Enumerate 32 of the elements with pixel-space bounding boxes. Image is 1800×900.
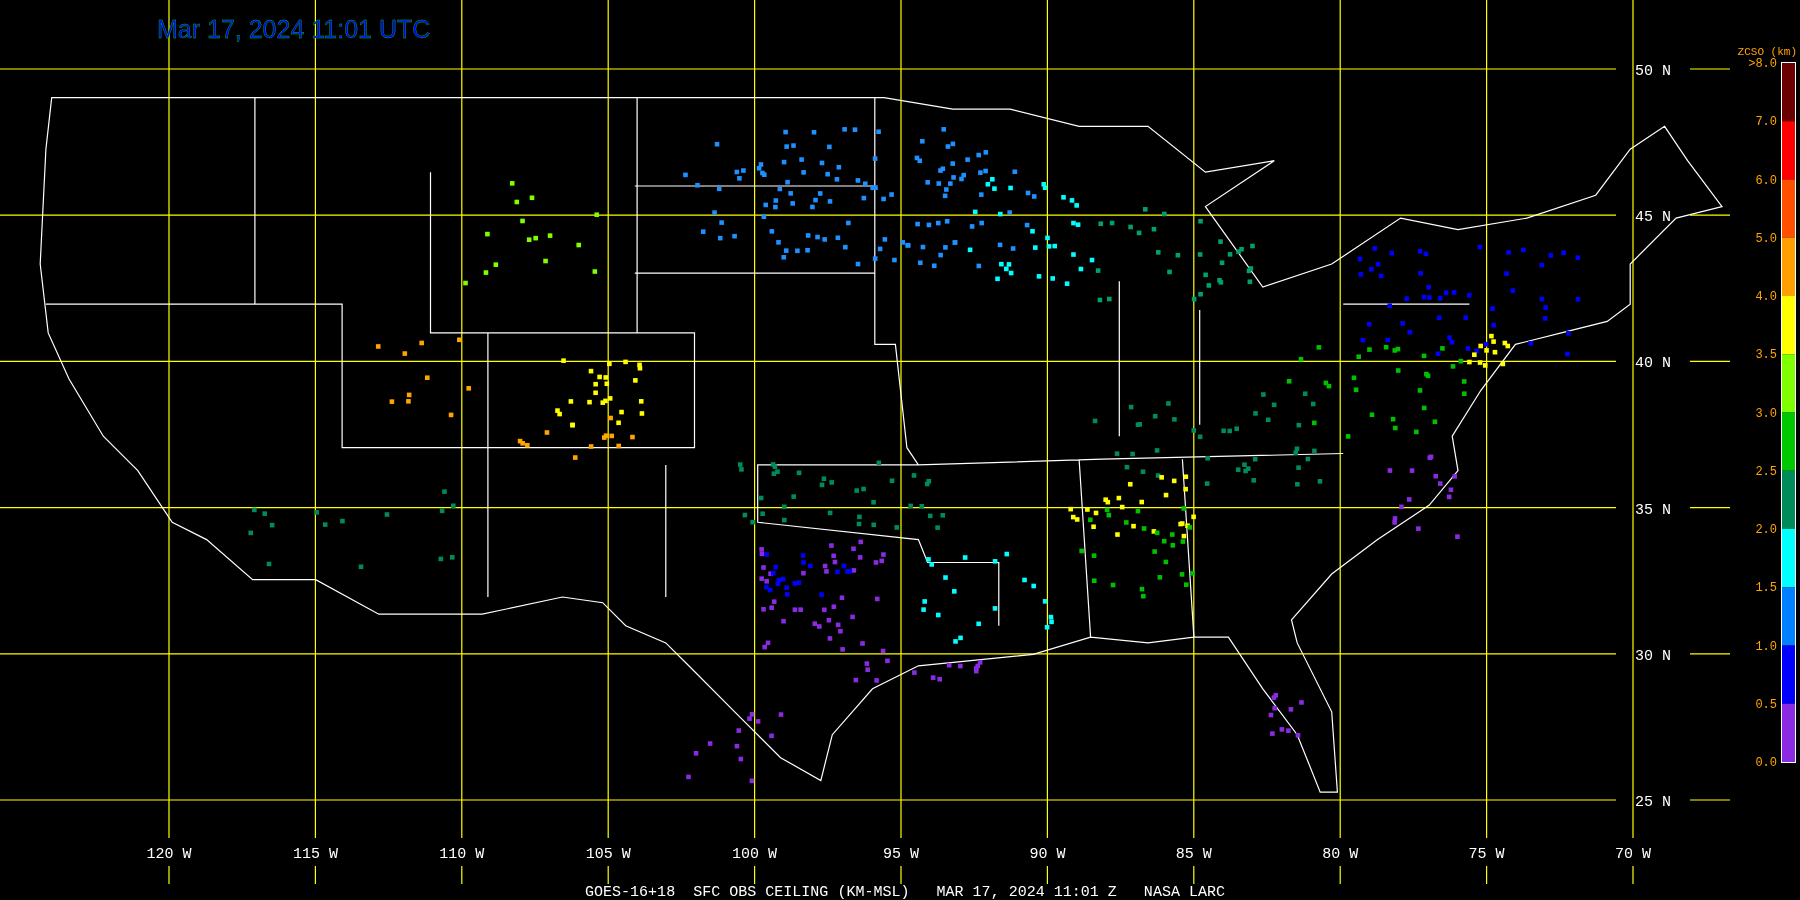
longitude-label: 105 W [585,846,631,863]
longitude-label: 95 W [883,846,919,863]
legend-value-label: >8.0 [1748,57,1777,71]
legend-value-label: 2.5 [1755,464,1777,479]
latitude-label: 40 N [1635,355,1671,373]
longitude-label: 115 W [292,846,338,863]
legend-value-label: 1.5 [1755,581,1777,596]
longitude-label: 85 W [1175,846,1212,863]
latitude-label: 30 N [1635,647,1671,665]
legend-value-label: 6.0 [1755,173,1777,188]
legend-value-label: 4.0 [1755,290,1777,304]
longitude-label: 120 W [146,846,192,863]
longitude-label: 90 W [1029,846,1066,863]
latitude-label: 50 N [1635,63,1671,80]
legend-value-label: 0.0 [1755,756,1777,770]
longitude-label: 70 W [1615,846,1651,863]
legend-value-label: 5.0 [1755,231,1777,246]
latitude-label: 25 N [1635,794,1671,811]
longitude-label: 100 W [732,846,778,863]
map-caption: GOES-16+18 SFC OBS CEILING (KM-MSL) MAR 17, 2024 11:01 Z NASA LARC [585,884,1225,900]
legend-value-label: 3.5 [1755,348,1777,363]
legend-value-label: 3.0 [1755,406,1777,421]
legend-value-label: 2.0 [1755,523,1777,537]
legend-value-label: 7.0 [1755,115,1777,130]
latitude-label: 45 N [1635,209,1671,227]
longitude-label: 80 W [1322,846,1359,863]
longitude-label: 110 W [439,846,485,863]
latitude-label: 35 N [1635,501,1671,519]
legend-value-label: 0.5 [1755,697,1777,712]
longitude-label: 75 W [1468,846,1505,863]
legend-title: ZCSO (km) [1737,46,1797,58]
legend-value-label: 1.0 [1755,639,1777,654]
